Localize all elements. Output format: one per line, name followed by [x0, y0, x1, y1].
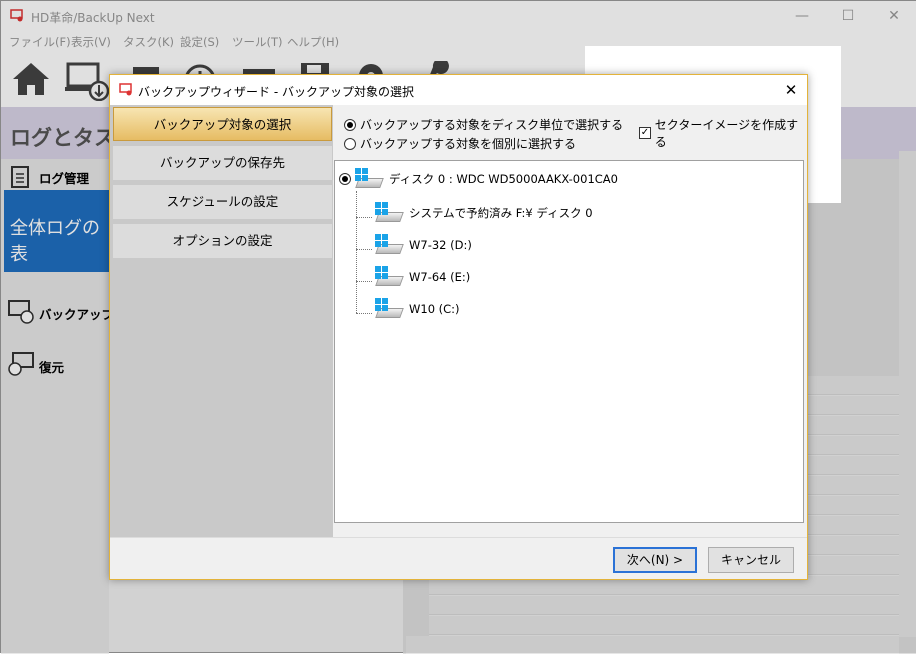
next-button[interactable]: 次へ(N) > [613, 547, 697, 573]
step-schedule[interactable]: スケジュールの設定 [113, 185, 332, 219]
partition-drive-icon [375, 202, 404, 224]
individual-label: バックアップする対象を個別に選択する [360, 137, 577, 151]
tree-connector [356, 281, 372, 282]
step-select-target[interactable]: バックアップ対象の選択 [113, 107, 332, 141]
partition-node[interactable]: W10 (C:) [375, 298, 460, 320]
partition-drive-icon [375, 298, 404, 320]
sector-image-checkbox[interactable]: ✓ セクターイメージを作成する [639, 116, 807, 150]
disk-tree: ディスク 0 : WDC WD5000AAKX-001CA0 システムで予約済み… [334, 160, 804, 523]
disk-label: ディスク 0 : WDC WD5000AAKX-001CA0 [389, 172, 618, 186]
tree-connector [356, 217, 372, 218]
button-bar [110, 537, 807, 579]
step-options[interactable]: オプションの設定 [113, 224, 332, 258]
by-disk-radio[interactable]: バックアップする対象をディスク単位で選択する [344, 116, 623, 133]
disk-drive-icon [355, 168, 384, 190]
partition-node[interactable]: W7-32 (D:) [375, 234, 472, 256]
cancel-button[interactable]: キャンセル [708, 547, 794, 573]
radio-indicator [344, 118, 356, 131]
sector-image-label: セクターイメージを作成する [654, 118, 799, 149]
individual-radio[interactable]: バックアップする対象を個別に選択する [344, 135, 576, 152]
partition-label: W7-32 (D:) [409, 238, 472, 252]
tree-connector [356, 191, 357, 313]
dialog-app-icon [119, 83, 132, 96]
radio-indicator [339, 173, 351, 185]
partition-drive-icon [375, 266, 404, 288]
partition-drive-icon [375, 234, 404, 256]
partition-label: システムで予約済み F:¥ ディスク 0 [409, 206, 593, 220]
disk-node[interactable]: ディスク 0 : WDC WD5000AAKX-001CA0 [339, 168, 618, 190]
step-destination[interactable]: バックアップの保存先 [113, 146, 332, 180]
wizard-steps: バックアップ対象の選択 バックアップの保存先 スケジュールの設定 オプションの設… [110, 105, 333, 537]
disk-radio[interactable] [339, 173, 355, 185]
by-disk-label: バックアップする対象をディスク単位で選択する [360, 118, 624, 132]
checkbox-indicator: ✓ [639, 127, 651, 139]
dialog-title-bar: バックアップウィザード - バックアップ対象の選択 ✕ [110, 75, 807, 105]
partition-label: W10 (C:) [409, 302, 460, 316]
dialog-title: バックアップウィザード - バックアップ対象の選択 [138, 85, 414, 99]
partition-node[interactable]: システムで予約済み F:¥ ディスク 0 [375, 202, 593, 224]
partition-label: W7-64 (E:) [409, 270, 471, 284]
tree-connector [356, 249, 372, 250]
radio-indicator [344, 137, 356, 150]
partition-node[interactable]: W7-64 (E:) [375, 266, 470, 288]
tree-connector [356, 313, 372, 314]
backup-wizard-dialog: バックアップウィザード - バックアップ対象の選択 ✕ バックアップ対象の選択 … [109, 74, 808, 580]
dialog-close-button[interactable]: ✕ [775, 75, 807, 105]
